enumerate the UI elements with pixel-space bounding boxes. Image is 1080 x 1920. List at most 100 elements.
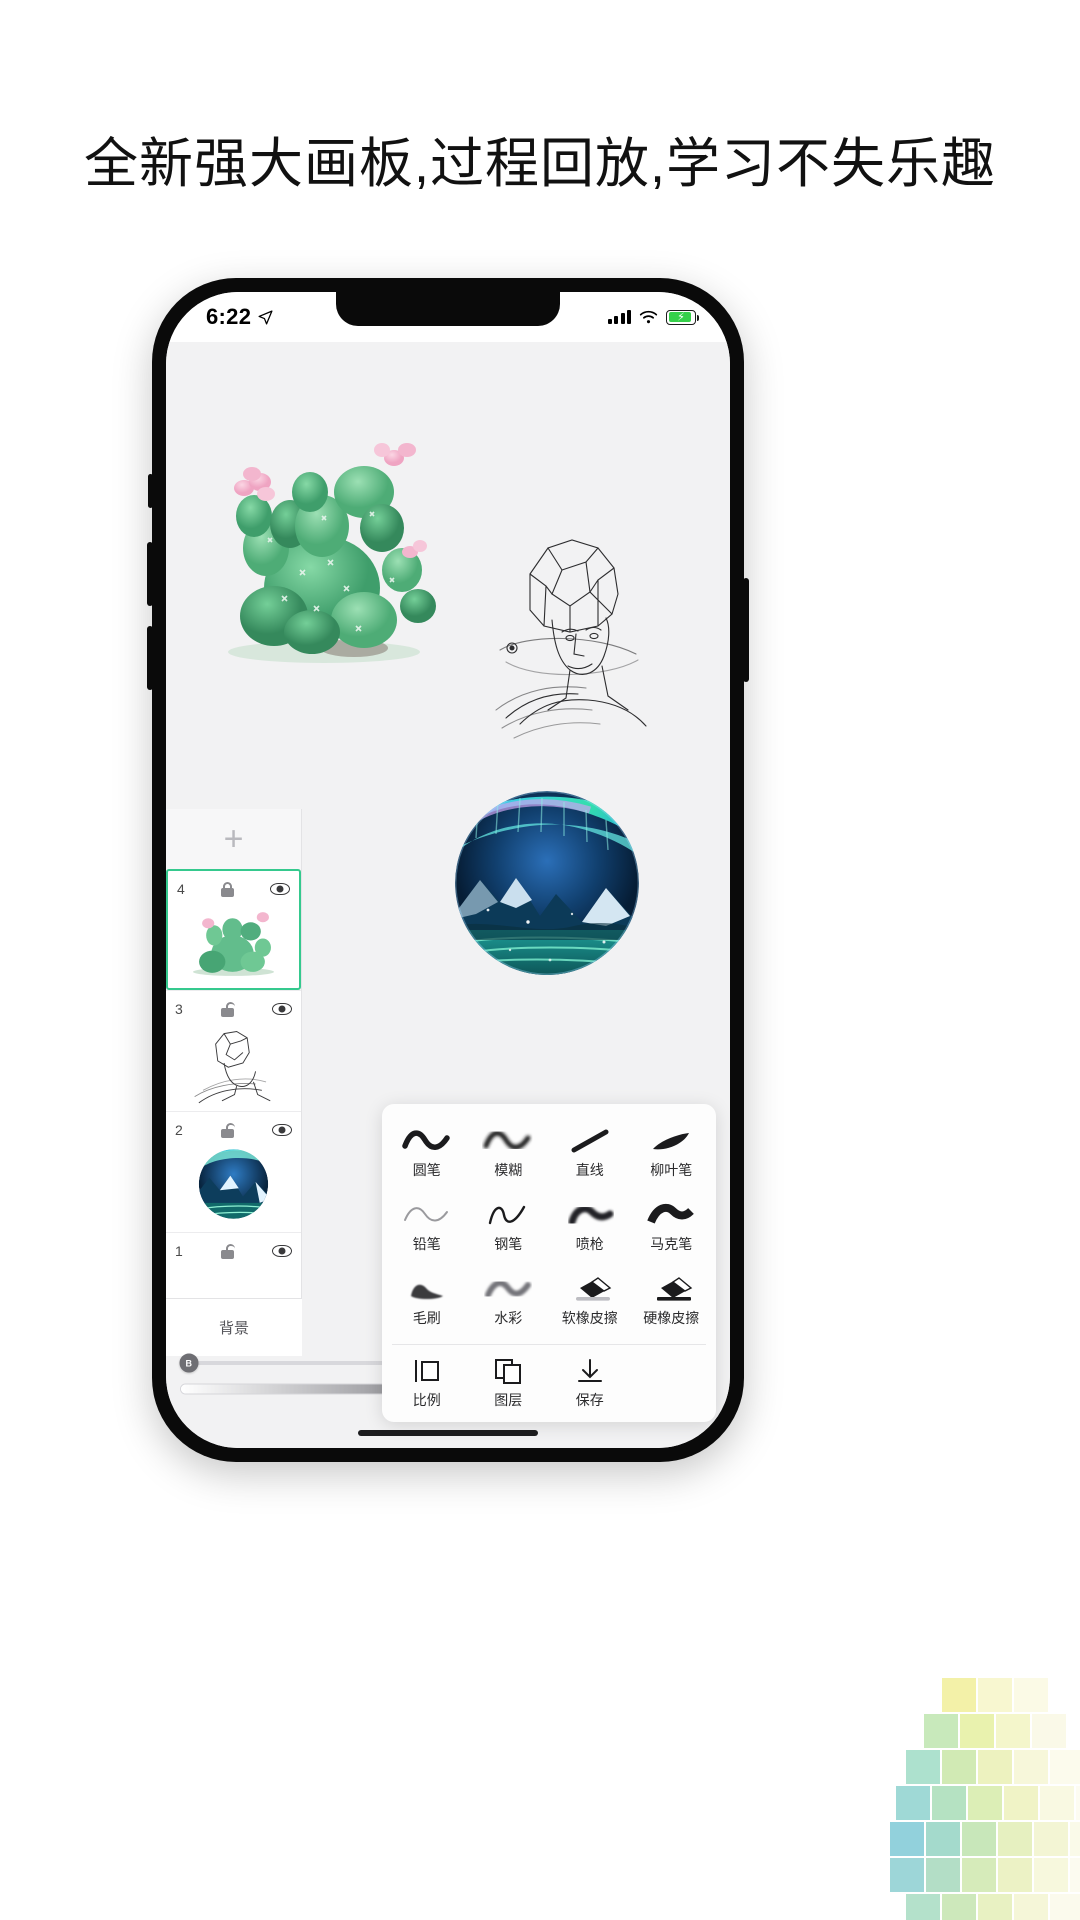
drawing-canvas[interactable]: + 4 3 2 1 背景 B 圆笔 模糊 直线 柳叶笔 铅笔 钢笔 喷枪 马克笔… — [166, 342, 730, 1448]
brush-pen[interactable]: 钢笔 — [468, 1190, 550, 1264]
brush-blur[interactable]: 模糊 — [468, 1116, 550, 1190]
pen-icon — [482, 1198, 534, 1232]
eye-icon[interactable] — [271, 1003, 292, 1015]
add-layer-button[interactable]: + — [166, 809, 301, 869]
brush-size-knob[interactable]: B — [179, 1353, 199, 1373]
brush-label: 直线 — [575, 1162, 604, 1178]
layers-icon — [491, 1355, 525, 1387]
power-button[interactable] — [743, 578, 749, 682]
brush-label: 铅笔 — [412, 1236, 441, 1252]
brush-label: 马克笔 — [650, 1236, 693, 1252]
brush-label: 钢笔 — [494, 1236, 523, 1252]
phone-mockup: 6:22 ⚡ + 4 3 2 1 背景 B 圆笔 模糊 直线 柳叶笔 铅笔 钢笔… — [147, 278, 749, 1462]
status-right: ⚡ — [607, 309, 699, 325]
status-time: 6:22 — [206, 304, 252, 329]
wifi-icon — [639, 310, 658, 324]
layer-thumbnail — [175, 1021, 292, 1105]
brush-grid: 圆笔 模糊 直线 柳叶笔 铅笔 钢笔 喷枪 马克笔 毛刷 水彩 软橡皮擦 硬橡皮… — [382, 1104, 716, 1344]
artwork-cactus — [228, 443, 436, 663]
soft-eraser-icon — [564, 1272, 616, 1306]
layer-number: 2 — [175, 1122, 183, 1138]
eye-icon[interactable] — [271, 1124, 292, 1136]
bristle-brush-icon — [401, 1272, 453, 1306]
decorative-mosaic — [890, 1678, 1080, 1920]
layer-number: 4 — [177, 881, 185, 897]
brush-soft-eraser[interactable]: 软橡皮擦 — [549, 1264, 631, 1338]
thumb-orb — [198, 1149, 269, 1219]
action-label: 图层 — [494, 1392, 523, 1408]
action-placeholder — [631, 1355, 713, 1410]
unlock-icon[interactable] — [220, 1243, 235, 1259]
layer-thumbnail — [177, 901, 290, 982]
artwork-aurora-orb — [455, 791, 639, 975]
brush-bristle[interactable]: 毛刷 — [386, 1264, 468, 1338]
brush-label: 喷枪 — [575, 1236, 604, 1252]
layer-item-4[interactable]: 4 — [166, 869, 301, 990]
artwork-bust-sketch — [495, 539, 647, 739]
brush-watercolor[interactable]: 水彩 — [468, 1264, 550, 1338]
ratio-icon — [410, 1355, 444, 1387]
pencil-icon — [401, 1198, 453, 1232]
brush-pencil[interactable]: 铅笔 — [386, 1190, 468, 1264]
layer-header: 2 — [175, 1119, 292, 1141]
round-brush-icon — [401, 1124, 453, 1158]
action-layers[interactable]: 图层 — [468, 1355, 550, 1410]
action-save[interactable]: 保存 — [549, 1355, 631, 1410]
phone-screen: 6:22 ⚡ + 4 3 2 1 背景 B 圆笔 模糊 直线 柳叶笔 铅笔 钢笔… — [166, 292, 730, 1448]
brush-airbrush[interactable]: 喷枪 — [549, 1190, 631, 1264]
palette-actions: 比例 图层 保存 — [382, 1345, 716, 1422]
layer-item-3[interactable]: 3 — [166, 990, 301, 1111]
brush-label: 圆笔 — [412, 1162, 441, 1178]
brush-label: 柳叶笔 — [650, 1162, 693, 1178]
airbrush-icon — [564, 1198, 616, 1232]
brush-hard-eraser[interactable]: 硬橡皮擦 — [631, 1264, 713, 1338]
marker-icon — [645, 1198, 697, 1232]
notch — [336, 292, 560, 326]
volume-up-button[interactable] — [147, 542, 153, 606]
layer-header: 4 — [177, 878, 290, 900]
screenshot-root: 全新强大画板,过程回放,学习不失乐趣 6:22 ⚡ + 4 3 2 1 背景 B… — [0, 0, 1080, 1920]
action-label: 保存 — [575, 1392, 604, 1408]
volume-down-button[interactable] — [147, 626, 153, 690]
unlock-icon[interactable] — [220, 1001, 235, 1017]
action-ratio[interactable]: 比例 — [386, 1355, 468, 1410]
brush-line[interactable]: 直线 — [549, 1116, 631, 1190]
hard-eraser-icon — [645, 1272, 697, 1306]
lock-icon[interactable] — [220, 881, 234, 897]
location-arrow-icon — [258, 309, 273, 325]
thumb-cactus — [193, 912, 274, 976]
willow-brush-icon — [645, 1124, 697, 1158]
eye-icon[interactable] — [269, 883, 290, 895]
brush-label: 水彩 — [494, 1310, 523, 1326]
brush-label: 毛刷 — [412, 1310, 441, 1326]
mute-switch[interactable] — [148, 474, 153, 508]
eye-icon[interactable] — [271, 1245, 292, 1257]
line-tool-icon — [564, 1124, 616, 1158]
cellular-signal-icon — [607, 310, 631, 324]
save-download-icon — [573, 1355, 607, 1387]
blur-brush-icon — [482, 1124, 534, 1158]
layer-header: 1 — [175, 1240, 292, 1262]
page-headline: 全新强大画板,过程回放,学习不失乐趣 — [83, 134, 996, 194]
thumb-bust — [194, 1031, 271, 1104]
brush-label: 模糊 — [494, 1162, 523, 1178]
brush-round[interactable]: 圆笔 — [386, 1116, 468, 1190]
layer-number: 3 — [175, 1001, 183, 1017]
battery-charging-icon: ⚡ — [666, 309, 699, 325]
watercolor-icon — [482, 1272, 534, 1306]
unlock-icon[interactable] — [220, 1122, 235, 1138]
brush-label: 硬橡皮擦 — [643, 1310, 700, 1326]
layer-number: 1 — [175, 1243, 183, 1259]
layer-header: 3 — [175, 998, 292, 1020]
layer-item-2[interactable]: 2 — [166, 1111, 301, 1232]
layer-thumbnail — [175, 1142, 292, 1226]
layers-panel: + 4 3 2 1 — [166, 809, 302, 1356]
action-label: 比例 — [412, 1392, 441, 1408]
status-left: 6:22 — [206, 304, 274, 330]
brush-willow[interactable]: 柳叶笔 — [631, 1116, 713, 1190]
brush-label: 软橡皮擦 — [561, 1310, 618, 1326]
brush-marker[interactable]: 马克笔 — [631, 1190, 713, 1264]
background-layer-row[interactable]: 背景 — [166, 1298, 302, 1356]
brush-palette: 圆笔 模糊 直线 柳叶笔 铅笔 钢笔 喷枪 马克笔 毛刷 水彩 软橡皮擦 硬橡皮… — [382, 1104, 716, 1422]
home-indicator[interactable] — [358, 1430, 538, 1436]
